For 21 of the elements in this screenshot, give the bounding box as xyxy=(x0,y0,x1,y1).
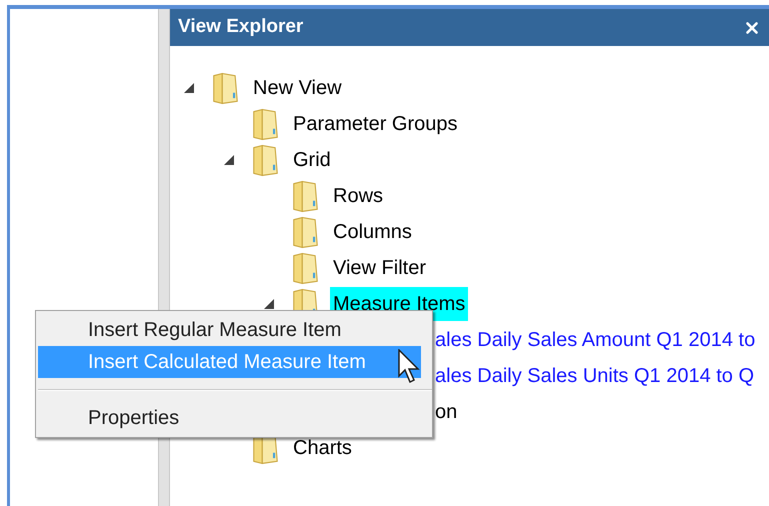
menu-item[interactable]: Properties xyxy=(38,402,421,434)
folder-icon xyxy=(212,72,238,104)
folder-icon xyxy=(292,180,318,212)
folder-icon xyxy=(252,108,278,140)
mouse-pointer-icon xyxy=(398,349,422,385)
tree-item-label[interactable]: View Filter xyxy=(330,251,429,285)
tree-item-label[interactable]: Grid xyxy=(290,143,334,177)
folder-icon xyxy=(292,216,318,248)
tree-item-label[interactable]: New View xyxy=(250,71,345,105)
expanded-arrow-icon[interactable] xyxy=(184,83,194,93)
tree-item-label[interactable]: Rows xyxy=(330,179,386,213)
expanded-arrow-icon[interactable] xyxy=(224,155,234,165)
tree-item-label[interactable]: Columns xyxy=(330,215,415,249)
tree-item-label[interactable]: Parameter Groups xyxy=(290,107,461,141)
tree-item-label[interactable]: on xyxy=(435,397,458,427)
tree-item-label[interactable]: ales Daily Sales Amount Q1 2014 to xyxy=(435,325,756,355)
folder-icon xyxy=(252,144,278,176)
panel-title: View Explorer xyxy=(178,15,304,40)
expanded-arrow-icon[interactable] xyxy=(264,299,274,309)
tree-item-label[interactable]: ales Daily Sales Units Q1 2014 to Q xyxy=(435,361,754,391)
folder-icon xyxy=(292,252,318,284)
